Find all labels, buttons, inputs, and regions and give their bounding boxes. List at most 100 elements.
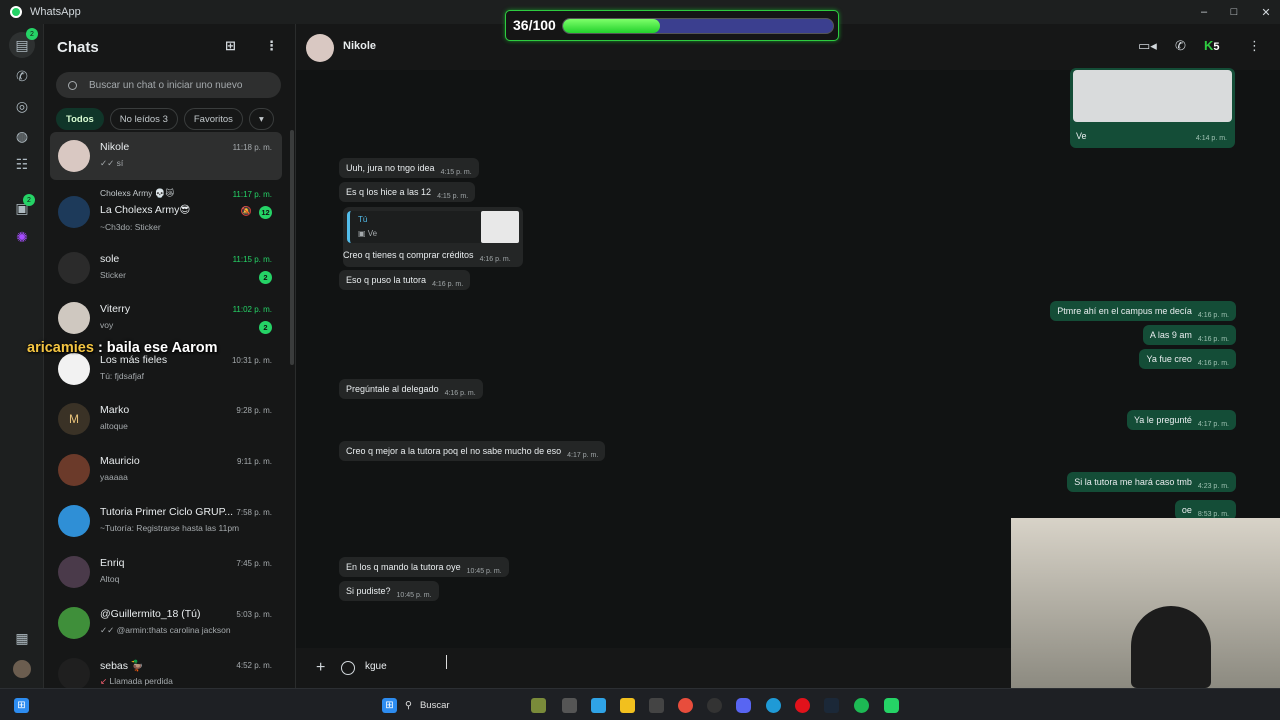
chat-preview: voy: [100, 320, 114, 330]
message-in: Uuh, jura no tngo idea 4:15 p. m.: [339, 158, 479, 178]
menu-icon[interactable]: ⋮: [265, 38, 278, 54]
double-check-icon: ✓✓: [100, 625, 117, 635]
opera-icon[interactable]: [795, 698, 810, 713]
message-text: Ve: [1076, 131, 1087, 141]
message-in: Si pudiste? 10:45 p. m.: [339, 581, 439, 601]
discord-icon[interactable]: [736, 698, 751, 713]
file-explorer-icon[interactable]: [620, 698, 635, 713]
edge-icon[interactable]: [766, 698, 781, 713]
channels-icon[interactable]: ◍: [12, 126, 32, 146]
avatar: [58, 454, 90, 486]
quote-thumbnail: [481, 211, 519, 243]
video-call-icon[interactable]: ▭◂: [1138, 38, 1157, 54]
meta-ai-icon[interactable]: ✺: [12, 227, 32, 247]
progress-fill: [563, 19, 661, 33]
copilot-icon[interactable]: [591, 698, 606, 713]
chat-menu-icon[interactable]: ⋮: [1248, 38, 1261, 54]
nav-rail: ▤ 2 ✆ ◎ ◍ ☷ ▣ 2 ✺ ▦: [0, 24, 44, 688]
minimize-button[interactable]: –: [1188, 0, 1220, 24]
image-thumbnail[interactable]: [1073, 70, 1232, 122]
message-in: Es q los hice a las 12 4:15 p. m.: [339, 182, 476, 202]
communities-icon[interactable]: ☷: [12, 154, 32, 174]
stream-chat-overlay: aricamies : baila ese Aarom: [27, 340, 218, 356]
chat-row-sole[interactable]: sole Sticker 11:15 p. m. 2: [50, 244, 282, 292]
chat-time: 7:45 p. m.: [236, 559, 272, 568]
chat-row-tutoria[interactable]: Tutoria Primer Ciclo GRUP... ~Tutoría: R…: [50, 497, 282, 545]
message-input[interactable]: kgue: [365, 661, 387, 672]
image-icon: ▣: [358, 229, 368, 238]
status-icon[interactable]: ◎: [12, 96, 32, 116]
sidebar-header: Chats ⊞ ⋮: [44, 24, 295, 70]
avatar: [58, 196, 90, 228]
message-out: A las 9 am 4:16 p. m.: [1142, 325, 1236, 345]
chat-row-guillermito[interactable]: @Guillermito_18 (Tú) ✓✓ @armin:thats car…: [50, 599, 282, 647]
chat-preview: Tú: fjdsafjaf: [100, 371, 144, 381]
message-out: Ya le pregunté 4:17 p. m.: [1126, 410, 1236, 430]
filter-favorites[interactable]: Favoritos: [183, 108, 243, 130]
chat-row-viterry[interactable]: Viterry voy 11:02 p. m. 2: [50, 294, 282, 342]
chat-row-mauricio[interactable]: Mauricio yaaaaa 9:11 p. m.: [50, 446, 282, 494]
attach-plus-icon[interactable]: +: [316, 659, 325, 677]
chat-preview: ~Tutoría: Registrarse hasta las 11pm: [100, 523, 240, 533]
voice-call-icon[interactable]: ✆: [1175, 38, 1186, 54]
archive-icon[interactable]: ▣ 2: [12, 194, 35, 218]
chat-preview: Altoq: [100, 574, 120, 584]
profile-avatar[interactable]: [13, 660, 31, 678]
image-message[interactable]: Ve 4:14 p. m.: [1070, 68, 1235, 148]
taskbar-search[interactable]: ⚲ Buscar: [405, 694, 545, 716]
search-input[interactable]: Buscar un chat o iniciar uno nuevo: [56, 72, 281, 98]
emoji-icon[interactable]: [341, 661, 355, 675]
contact-avatar[interactable]: [306, 34, 334, 62]
message-in: En los q mando la tutora oye 10:45 p. m.: [339, 557, 509, 577]
steam-icon[interactable]: [824, 698, 839, 713]
media-icon[interactable]: ▦: [12, 628, 32, 648]
chat-name: Marko: [100, 404, 130, 416]
unread-dot: 2: [26, 28, 38, 40]
chat-row-nikole[interactable]: Nikole ✓✓ sí 11:18 p. m.: [50, 132, 282, 180]
chat-time: 11:18 p. m.: [232, 143, 272, 152]
close-button[interactable]: ✕: [1250, 0, 1280, 24]
progress-label: 36/100: [513, 17, 556, 33]
chat-row-marko[interactable]: M Marko altoque 9:28 p. m.: [50, 395, 282, 443]
calls-icon[interactable]: ✆: [12, 66, 32, 86]
filter-all[interactable]: Todos: [56, 108, 104, 130]
whatsapp-logo-icon: [10, 6, 22, 18]
sidebar-title: Chats: [57, 38, 99, 56]
chat-name: Viterry: [100, 303, 131, 315]
chat-preview: ↙ Llamada perdida: [100, 676, 173, 686]
message-out: oe 8:53 p. m.: [1174, 500, 1236, 520]
quoted-message[interactable]: Tú ▣ Ve: [347, 211, 519, 243]
filter-unread[interactable]: No leídos 3: [109, 108, 178, 130]
store-icon[interactable]: [649, 698, 664, 713]
new-chat-icon[interactable]: ⊞: [225, 38, 236, 54]
chat-preview: yaaaaa: [100, 472, 128, 482]
avatar: M: [58, 403, 90, 435]
message-in: Pregúntale al delegado 4:16 p. m.: [339, 379, 483, 399]
message-in: Eso q puso la tutora 4:16 p. m.: [339, 270, 471, 290]
chat-sidebar: Chats ⊞ ⋮ Buscar un chat o iniciar uno n…: [44, 24, 296, 688]
whatsapp-taskbar-icon[interactable]: [884, 698, 899, 713]
windows-icon[interactable]: ⊞: [382, 698, 397, 713]
chrome-icon[interactable]: [678, 698, 693, 713]
message-out: Si la tutora me hará caso tmb 4:23 p. m.: [1067, 472, 1236, 492]
chat-row-cholexs[interactable]: Cholexs Army 💀😿 La Cholexs Army😎 ~Ch3do:…: [50, 184, 282, 240]
chat-name: La Cholexs Army😎: [100, 204, 191, 216]
stream-badge-icon: K5: [1204, 38, 1220, 53]
filter-more-chevron-icon[interactable]: ▾: [248, 108, 274, 130]
task-view-icon[interactable]: [562, 698, 577, 713]
github-icon[interactable]: [707, 698, 722, 713]
chats-icon[interactable]: ▤ 2: [9, 28, 38, 58]
chat-row-sebas[interactable]: sebas 🦆 ↙ Llamada perdida 4:52 p. m.: [50, 650, 282, 688]
sidebar-scrollbar[interactable]: [290, 130, 294, 365]
chat-time: 9:28 p. m.: [236, 406, 272, 415]
muted-icon: 🔕: [240, 206, 252, 216]
contact-name[interactable]: Nikole: [343, 40, 376, 52]
maximize-button[interactable]: □: [1218, 0, 1250, 24]
widget-icon[interactable]: [531, 698, 546, 713]
chat-time: 7:58 p. m.: [236, 508, 272, 517]
spotify-icon[interactable]: [854, 698, 869, 713]
chat-row-enriq[interactable]: Enriq Altoq 7:45 p. m.: [50, 548, 282, 596]
chat-sender: Cholexs Army 💀😿: [100, 188, 175, 198]
start-icon[interactable]: ⊞: [14, 698, 29, 713]
chat-name: Enriq: [100, 557, 125, 569]
